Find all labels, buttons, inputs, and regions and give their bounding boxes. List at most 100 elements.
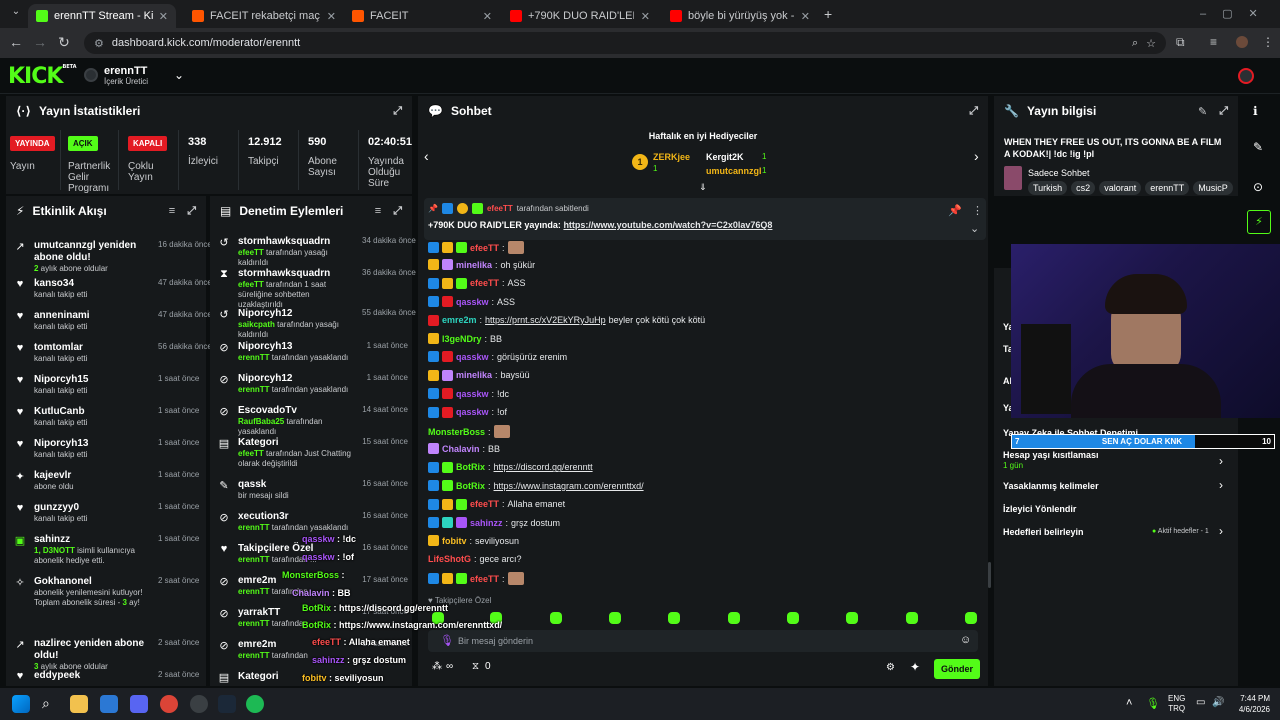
banned-words-row[interactable]: Yasaklanmış kelimeler — [1003, 481, 1099, 491]
search-icon[interactable]: ⌕ — [42, 695, 60, 713]
file-explorer-icon[interactable] — [70, 695, 88, 713]
chat-username[interactable]: efeeTT — [470, 278, 499, 288]
chat-input[interactable]: 🎙 Bir mesaj gönderin ☺ — [428, 630, 978, 652]
chat-username[interactable]: emre2m — [442, 315, 477, 325]
gift-icon[interactable]: ✦ — [910, 660, 920, 674]
chat-username[interactable]: efeeTT — [470, 574, 499, 584]
quick-emote-icon[interactable] — [965, 612, 977, 624]
popout-icon[interactable]: ⤢ — [1219, 105, 1228, 118]
chat-username[interactable]: fobitv — [442, 536, 467, 546]
chat-link[interactable]: https://prnt.sc/xV2EkYRyJuHp — [485, 315, 606, 325]
prev-arrow-icon[interactable]: ‹ — [424, 148, 429, 164]
chat-link[interactable]: https://www.instagram.com/erennttxd/ — [494, 481, 644, 491]
chat-mode-indicator[interactable]: ⁂ ∞ — [432, 661, 453, 672]
quick-actions-bolt-icon[interactable]: ⚡ — [1247, 210, 1271, 234]
close-tab-icon[interactable]: ✕ — [641, 10, 650, 23]
chevron-right-icon[interactable]: › — [1219, 524, 1223, 538]
chat-username[interactable]: minelika — [456, 260, 492, 270]
info-icon[interactable]: ℹ — [1253, 104, 1258, 118]
tag[interactable]: valorant — [1099, 181, 1142, 195]
chat-username[interactable]: efeeTT — [470, 243, 499, 253]
filter-icon[interactable]: ≡ — [375, 205, 381, 218]
slow-mode-indicator[interactable]: ⧖ 0 — [472, 661, 491, 672]
pinned-link[interactable]: https://www.youtube.com/watch?v=C2x0lav7… — [563, 220, 772, 230]
chat-username[interactable]: BotRix — [456, 481, 485, 491]
close-tab-icon[interactable]: ✕ — [327, 10, 336, 23]
close-tab-icon[interactable]: ✕ — [483, 10, 492, 23]
chat-username[interactable]: Chalavin — [442, 444, 480, 454]
channel-switch-chevron-icon[interactable]: ⌄ — [174, 68, 184, 82]
chat-settings-icon[interactable]: ⚙ — [886, 662, 895, 673]
zoom-icon[interactable]: ⌕ — [1132, 37, 1138, 50]
kick-logo[interactable]: KICKBETA — [8, 64, 77, 89]
profile-avatar[interactable] — [1236, 36, 1248, 48]
chat-username[interactable]: qasskw — [456, 407, 489, 417]
tray-expand-icon[interactable]: ˄ — [1126, 697, 1132, 709]
popout-icon[interactable]: ⤢ — [187, 205, 196, 218]
quick-emote-icon[interactable] — [728, 612, 740, 624]
chat-username[interactable]: efeeTT — [470, 499, 499, 509]
chrome-icon[interactable] — [160, 695, 178, 713]
chevron-right-icon[interactable]: › — [1219, 454, 1223, 468]
chat-username[interactable]: sahinzz — [470, 518, 503, 528]
tag[interactable]: MusicP — [1193, 181, 1233, 195]
chat-link[interactable]: https://discord.gg/erenntt — [494, 462, 593, 472]
tab-kick-dashboard[interactable]: erennTT Stream - Kick Dashboard ✕ — [28, 4, 176, 28]
edit-icon[interactable]: ✎ — [1198, 105, 1207, 118]
quick-emote-icon[interactable] — [787, 612, 799, 624]
quick-emote-icon[interactable] — [609, 612, 621, 624]
pencil-icon[interactable]: ✎ — [1253, 140, 1263, 154]
browser-menu-icon[interactable]: ⋮ — [1262, 35, 1274, 49]
chat-username[interactable]: qasskw — [456, 389, 489, 399]
mic-tray-icon[interactable]: 🎙 — [1146, 697, 1160, 710]
site-info-icon[interactable]: ⚙ — [94, 37, 104, 50]
volume-icon[interactable]: 🔊 — [1212, 697, 1224, 708]
chat-username[interactable]: qasskw — [456, 352, 489, 362]
account-age-row[interactable]: Hesap yaşı kısıtlaması — [1003, 450, 1099, 460]
tab-youtube-walk[interactable]: böyle bi yürüyüş yok - YouTube ✕ — [662, 4, 818, 28]
camera-icon[interactable]: ⊙ — [1253, 180, 1263, 194]
popout-icon[interactable]: ⤢ — [969, 105, 978, 118]
back-icon[interactable]: ← — [4, 34, 28, 50]
discord-icon[interactable] — [130, 695, 148, 713]
close-tab-icon[interactable]: ✕ — [801, 10, 810, 23]
spotify-icon[interactable] — [246, 695, 264, 713]
pinned-menu-icon[interactable]: ⋮ — [972, 204, 983, 217]
emoji-picker-icon[interactable]: ☺ — [960, 634, 971, 646]
store-icon[interactable] — [100, 695, 118, 713]
filter-icon[interactable]: ≡ — [169, 205, 175, 218]
tab-youtube-raid[interactable]: +790K DUO RAID'LER | ARC Raiders ✕ — [502, 4, 658, 28]
tab-search-icon[interactable]: ⌄ — [4, 6, 28, 17]
quick-emote-icon[interactable] — [846, 612, 858, 624]
bookmark-star-icon[interactable]: ☆ — [1146, 37, 1156, 50]
steam-icon[interactable] — [218, 695, 236, 713]
url-field[interactable]: ⚙ dashboard.kick.com/moderator/erenntt ⌕… — [84, 32, 1166, 54]
unpin-icon[interactable]: 📌 — [948, 204, 962, 217]
next-arrow-icon[interactable]: › — [974, 148, 979, 164]
send-button[interactable]: Gönder — [934, 659, 980, 679]
chevron-right-icon[interactable]: › — [1219, 478, 1223, 492]
expand-down-icon[interactable]: ⇓ — [699, 182, 707, 193]
chat-username[interactable]: l3geNDry — [442, 334, 482, 344]
window-controls[interactable]: –▢✕ — [1200, 7, 1274, 20]
raid-row[interactable]: İzleyici Yönlendir — [1003, 504, 1076, 514]
chat-username[interactable]: qasskw — [456, 297, 489, 307]
chat-scrollbar[interactable] — [988, 562, 991, 588]
user-avatar[interactable] — [1238, 68, 1254, 84]
pinned-expand-chevron-icon[interactable]: ⌄ — [970, 222, 979, 235]
quick-emote-icon[interactable] — [668, 612, 680, 624]
extensions-icon[interactable]: ⧉ — [1176, 35, 1185, 50]
obs-icon[interactable] — [190, 695, 208, 713]
quick-emote-icon[interactable] — [550, 612, 562, 624]
reading-list-icon[interactable]: ≡ — [1210, 35, 1217, 49]
chat-username[interactable]: MonsterBoss — [428, 427, 485, 437]
language-indicator[interactable]: ENG TRQ — [1168, 694, 1185, 714]
close-tab-icon[interactable]: ✕ — [159, 10, 168, 23]
forward-icon[interactable]: → — [28, 34, 52, 50]
tab-faceit[interactable]: FACEIT ✕ — [344, 4, 500, 28]
quick-emote-icon[interactable] — [906, 612, 918, 624]
network-icon[interactable]: ▭ — [1196, 697, 1205, 708]
clock[interactable]: 7:44 PM 4/6/2026 — [1226, 693, 1270, 715]
popout-icon[interactable]: ⤢ — [393, 105, 402, 118]
mic-icon[interactable]: 🎙 — [440, 634, 454, 647]
